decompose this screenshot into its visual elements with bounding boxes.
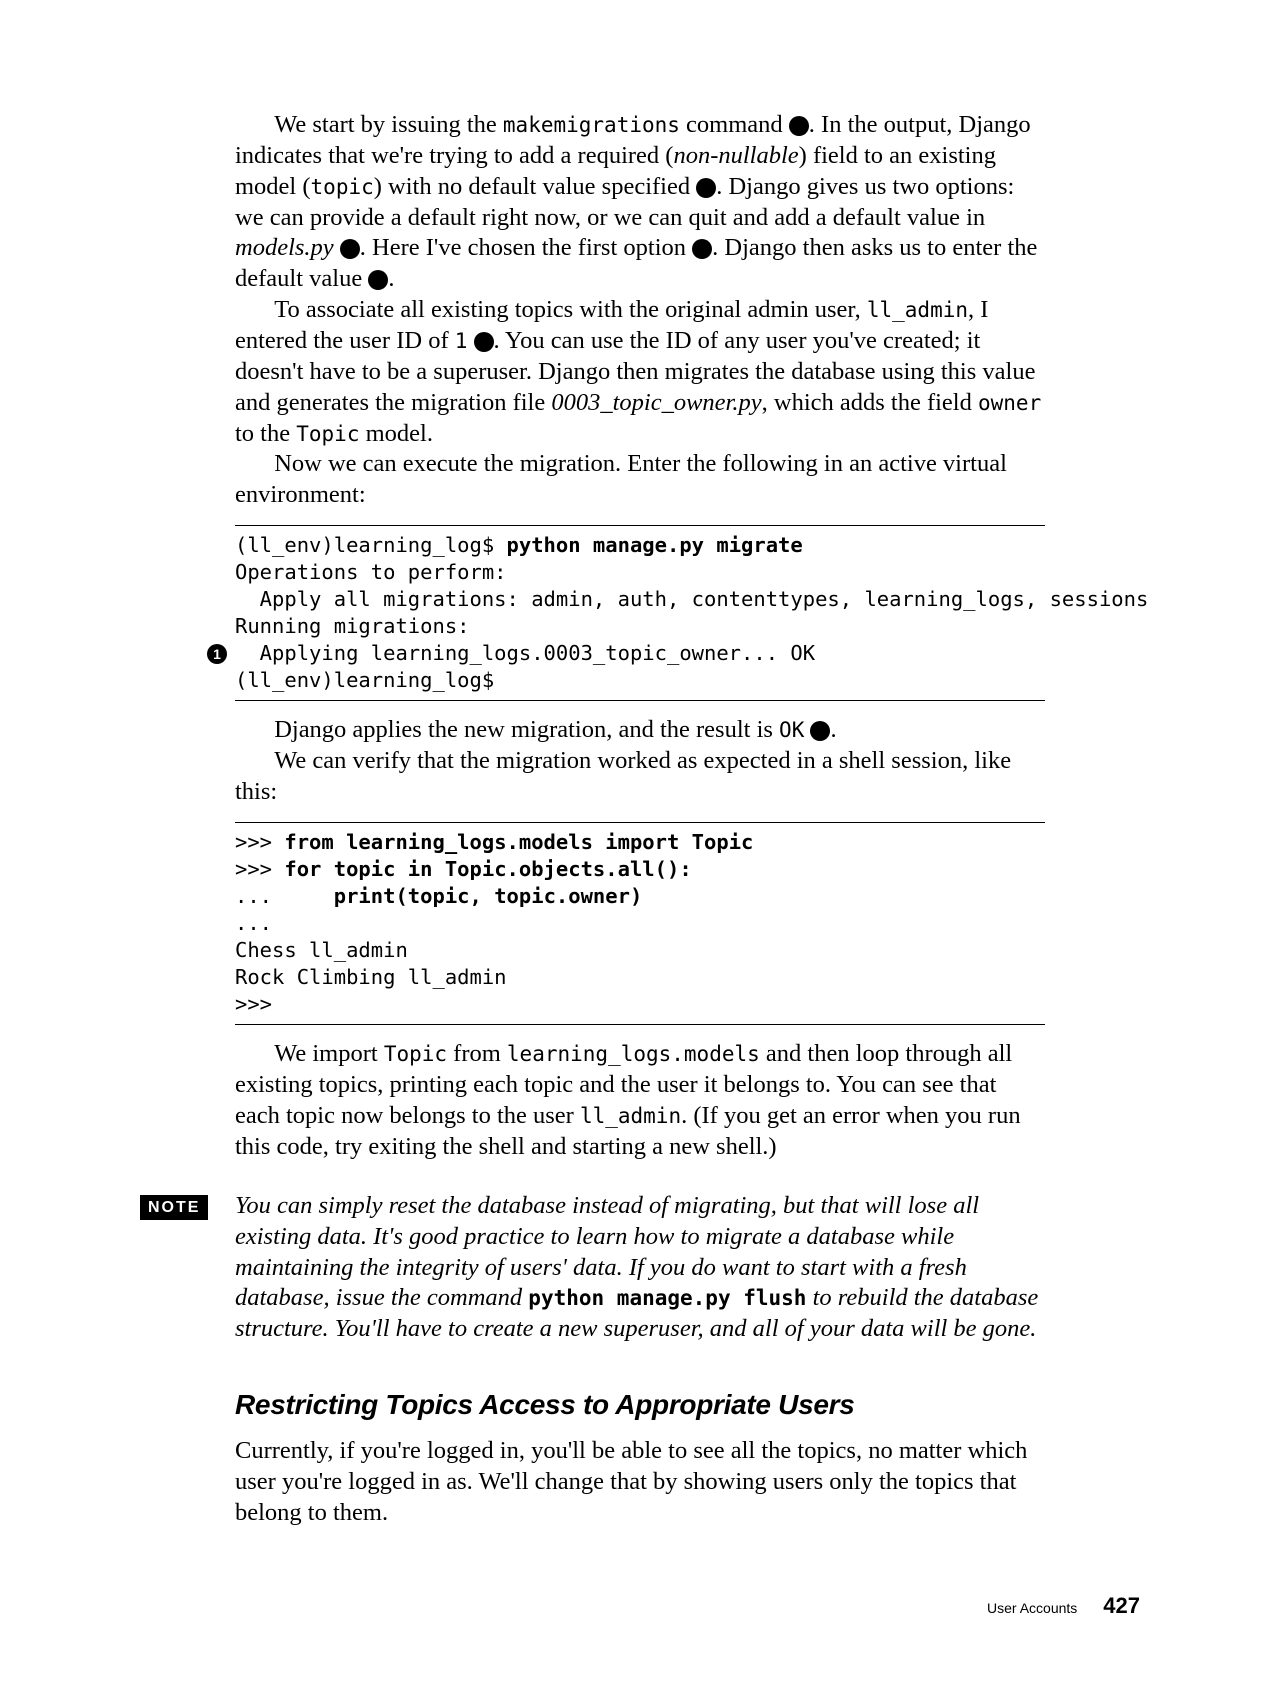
text: to the	[235, 420, 296, 447]
code-inline: learning_logs.models	[507, 1042, 760, 1066]
code-bold: for topic in Topic.objects.all():	[284, 857, 691, 881]
code-line: Operations to perform:	[235, 560, 507, 584]
code-line: ...	[235, 911, 272, 935]
callout-3-icon: 3	[340, 239, 360, 259]
callout-5-icon: 5	[368, 270, 388, 290]
code-inline: topic	[311, 175, 374, 199]
text: We start by issuing the	[274, 111, 503, 138]
text: To associate all existing topics with th…	[274, 296, 867, 323]
callout-2-icon: 2	[696, 178, 716, 198]
page-footer: User Accounts 427	[987, 1593, 1140, 1619]
code-block: (ll_env)learning_log$ python manage.py m…	[235, 525, 1045, 701]
paragraph-6: We import Topic from learning_logs.model…	[235, 1039, 1045, 1162]
paragraph-3: Now we can execute the migration. Enter …	[235, 449, 1045, 511]
page-content: We start by issuing the makemigrations c…	[235, 110, 1045, 1529]
callout-4-icon: 4	[692, 239, 712, 259]
code-line: Apply all migrations: admin, auth, conte…	[235, 587, 1148, 611]
code-inline: Topic	[296, 422, 359, 446]
code-bold: print(topic, topic.owner)	[334, 884, 643, 908]
code-line: Applying learning_logs.0003_topic_owner.…	[235, 641, 815, 665]
code-line: (ll_env)learning_log$	[235, 533, 507, 557]
page: We start by issuing the makemigrations c…	[0, 0, 1280, 1691]
callout-1-icon: 1	[789, 116, 809, 136]
text: from	[447, 1040, 507, 1067]
italic-text: 0003_topic_owner.py	[551, 389, 761, 416]
code-line: ...	[235, 884, 334, 908]
code-line: Chess ll_admin	[235, 938, 408, 962]
code-inline: ll_admin	[580, 1104, 681, 1128]
code-inline: python manage.py flush	[528, 1286, 806, 1310]
code-inline: OK	[779, 718, 804, 742]
paragraph-4: Django applies the new migration, and th…	[235, 715, 1045, 746]
code-bold: python manage.py migrate	[507, 533, 803, 557]
code-inline: 1	[455, 329, 468, 353]
code-block: >>> from learning_logs.models import Top…	[235, 822, 1045, 1025]
text: Currently, if you're logged in, you'll b…	[235, 1437, 1027, 1526]
text: ) with no default value specified	[374, 173, 696, 200]
text: Django applies the new migration, and th…	[274, 716, 779, 743]
page-number: 427	[1103, 1593, 1140, 1618]
callout-1-icon: 1	[810, 721, 830, 741]
section-heading: Restricting Topics Access to Appropriate…	[235, 1387, 1045, 1422]
note-block: NOTE You can simply reset the database i…	[235, 1191, 1045, 1345]
text: . Here I've chosen the first option	[360, 234, 692, 261]
code-listing-1: (ll_env)learning_log$ python manage.py m…	[235, 525, 1045, 701]
callout-marker-1: 1	[207, 640, 227, 667]
code-line: Running migrations:	[235, 614, 470, 638]
paragraph-5: We can verify that the migration worked …	[235, 746, 1045, 808]
text: command	[680, 111, 789, 138]
paragraph-2: To associate all existing topics with th…	[235, 295, 1045, 449]
paragraph-7: Currently, if you're logged in, you'll b…	[235, 1436, 1045, 1529]
text: model.	[359, 420, 433, 447]
code-inline: owner	[978, 391, 1041, 415]
code-inline: makemigrations	[503, 113, 680, 137]
code-line: >>>	[235, 992, 272, 1016]
code-line: >>>	[235, 857, 284, 881]
text: .	[830, 716, 836, 743]
code-listing-2: >>> from learning_logs.models import Top…	[235, 822, 1045, 1025]
note-text: You can simply reset the database instea…	[235, 1191, 1045, 1345]
italic-text: models.py	[235, 234, 334, 261]
text	[467, 327, 473, 354]
code-bold: from learning_logs.models import Topic	[284, 830, 753, 854]
text: , which adds the field	[762, 389, 978, 416]
callout-6-icon: 6	[474, 332, 494, 352]
text	[334, 234, 340, 261]
code-line: Rock Climbing ll_admin	[235, 965, 507, 989]
note-label: NOTE	[140, 1195, 208, 1220]
code-inline: ll_admin	[867, 298, 968, 322]
text: .	[388, 265, 394, 292]
code-inline: Topic	[384, 1042, 447, 1066]
text: We import	[274, 1040, 384, 1067]
callout-icon: 1	[207, 644, 227, 664]
text: Now we can execute the migration. Enter …	[235, 450, 1007, 508]
chapter-name: User Accounts	[987, 1600, 1077, 1616]
text: We can verify that the migration worked …	[235, 747, 1011, 805]
code-line: >>>	[235, 830, 284, 854]
paragraph-1: We start by issuing the makemigrations c…	[235, 110, 1045, 295]
code-line: (ll_env)learning_log$	[235, 668, 494, 692]
italic-text: non-nullable	[673, 142, 798, 169]
